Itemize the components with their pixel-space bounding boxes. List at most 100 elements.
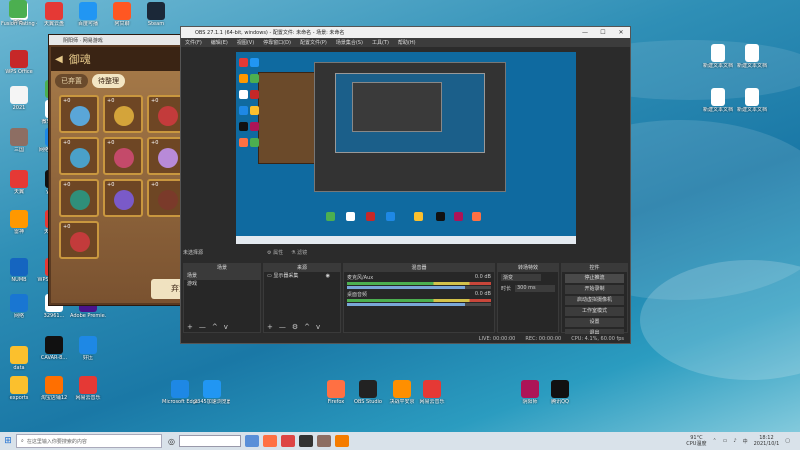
desktop-file-icon[interactable]: 新建文本文档	[700, 88, 736, 113]
taskbar-app-icon[interactable]	[280, 435, 295, 447]
desktop-icon[interactable]: NUMB	[1, 258, 37, 283]
source-item[interactable]: ▭ 显示器采集 ◉	[264, 272, 340, 280]
move-down-icon[interactable]: v	[316, 323, 320, 331]
soul-item[interactable]: +0	[59, 179, 99, 217]
gear-icon[interactable]: ⚙	[292, 323, 298, 331]
taskbar-app-icon[interactable]	[298, 435, 313, 447]
desktop-file-icon[interactable]: 新建文本文档	[734, 88, 770, 113]
tab-to-sort[interactable]: 待整理	[92, 74, 125, 88]
speaker-icon[interactable]: ♪	[733, 438, 736, 444]
remove-icon[interactable]: —	[279, 323, 286, 331]
desktop-icon[interactable]: 2021	[1, 86, 37, 111]
network-icon[interactable]: ▭	[723, 438, 728, 444]
soul-item[interactable]: +0	[59, 221, 99, 259]
eye-icon[interactable]: ◉	[326, 272, 330, 280]
tab-discarded[interactable]: 已弃置	[55, 74, 88, 88]
minimize-icon[interactable]: —	[576, 27, 594, 38]
obs-preview[interactable]	[236, 52, 576, 244]
control-button[interactable]: 停止推流	[565, 274, 624, 283]
move-down-icon[interactable]: v	[224, 323, 228, 331]
clock[interactable]: 18:12 2021/10/1	[754, 435, 780, 447]
control-button[interactable]: 设置	[565, 318, 624, 327]
soul-item[interactable]: +0	[103, 137, 143, 175]
desktop-icon[interactable]: OBS Studio	[350, 380, 386, 405]
taskbar-app-icon[interactable]	[334, 435, 349, 447]
menu-item[interactable]: 工具(T)	[372, 39, 389, 46]
desktop-file-icon[interactable]: 新建文本文档	[734, 44, 770, 69]
desktop-icon[interactable]: data	[1, 346, 37, 371]
desktop-icon[interactable]: 天翼	[1, 170, 37, 195]
taskbar-app-icon[interactable]	[262, 435, 277, 447]
menu-item[interactable]: 编辑(E)	[211, 39, 228, 46]
menu-item[interactable]: 视图(V)	[237, 39, 254, 46]
desktop-icon[interactable]: Firefox	[318, 380, 354, 405]
volume-slider[interactable]	[347, 303, 491, 306]
soul-icon	[70, 148, 90, 168]
transition-type-select[interactable]: 渐变	[501, 274, 541, 281]
add-icon[interactable]: +	[187, 323, 193, 331]
desktop-icon[interactable]: 网易云音乐	[70, 376, 106, 401]
app-icon	[327, 380, 345, 398]
menu-item[interactable]: 帮助(H)	[398, 39, 416, 46]
soul-item[interactable]: +0	[59, 95, 99, 133]
desktop-icon[interactable]: 网易云音乐	[414, 380, 450, 405]
soul-item[interactable]: +0	[103, 95, 143, 133]
menu-item[interactable]: 文件(F)	[185, 39, 202, 46]
soul-item[interactable]: +0	[103, 179, 143, 217]
desktop-file-icon[interactable]: 新建文本文档	[700, 44, 736, 69]
desktop-icon[interactable]: 天翼云盘	[36, 2, 72, 27]
control-button[interactable]: 开始录制	[565, 285, 624, 294]
move-up-icon[interactable]: ^	[304, 323, 310, 331]
volume-slider[interactable]	[347, 286, 491, 289]
filters-button[interactable]: ⚗ 滤镜	[291, 249, 307, 256]
obs-window[interactable]: OBS 27.1.1 (64-bit, windows) - 配置文件: 未命名…	[180, 26, 631, 344]
taskbar-app-icon[interactable]	[244, 435, 259, 447]
duration-input[interactable]: 300 ms	[515, 285, 555, 292]
desktop-icon[interactable]: WPS Office	[1, 50, 37, 75]
taskbar-app-icon[interactable]	[316, 435, 331, 447]
control-button[interactable]: 启动虚拟摄像机	[565, 296, 624, 305]
menu-item[interactable]: 场景集合(S)	[336, 39, 363, 46]
taskbar-widget[interactable]	[178, 435, 241, 447]
ime-indicator[interactable]: 中	[743, 438, 748, 445]
soul-item[interactable]: +0	[59, 137, 99, 175]
move-up-icon[interactable]: ^	[212, 323, 218, 331]
control-button[interactable]: 工作室模式	[565, 307, 624, 316]
notification-icon[interactable]: ▢	[785, 438, 790, 444]
desktop-icon[interactable]: 腾讯QQ	[542, 380, 578, 405]
desktop-icon[interactable]: 网络	[1, 294, 37, 319]
desktop-icon[interactable]: 百度可播	[70, 2, 106, 27]
desktop-icon[interactable]: 阿甘聊	[104, 2, 140, 27]
desktop-icon-label: CAVAR-8...	[40, 355, 68, 361]
properties-button[interactable]: ⚙ 属性	[267, 249, 283, 256]
task-view-icon[interactable]: ◎	[168, 437, 175, 446]
preview-desktop-icon	[250, 138, 259, 147]
scene-item[interactable]: 游戏	[184, 280, 260, 288]
close-icon[interactable]: ✕	[612, 27, 630, 38]
desktop-icon[interactable]: CAVAR-8...	[36, 336, 72, 361]
scene-item[interactable]: 场景	[184, 272, 260, 280]
desktop-icon[interactable]: exports	[1, 376, 37, 401]
menu-item[interactable]: 停靠窗口(D)	[263, 39, 291, 46]
desktop-icon[interactable]: Steam	[138, 2, 174, 27]
back-arrow-icon[interactable]: ◀	[55, 54, 63, 65]
desktop-icon[interactable]: 三国	[1, 128, 37, 153]
taskbar-search[interactable]: ⌕ 在这里输入你要搜索的内容	[16, 434, 162, 448]
maximize-icon[interactable]: ☐	[594, 27, 612, 38]
chevron-up-icon[interactable]: ⌃	[712, 438, 716, 444]
soul-level: +0	[63, 98, 71, 104]
desktop-icon[interactable]: 2345加速浏览器	[194, 380, 230, 405]
desktop-icon[interactable]: 淘宝店铺12	[36, 376, 72, 401]
windows-start-icon[interactable]: ⊞	[0, 432, 16, 450]
desktop-icon[interactable]: Microsoft Edge	[162, 380, 198, 405]
desktop-icon-label: 腾讯QQ	[551, 399, 569, 405]
app-icon	[9, 0, 27, 18]
menu-item[interactable]: 配置文件(P)	[300, 39, 327, 46]
desktop-icon[interactable]: 好压	[70, 336, 106, 361]
preview-desktop-icon	[239, 122, 248, 131]
add-icon[interactable]: +	[267, 323, 273, 331]
remove-icon[interactable]: —	[199, 323, 206, 331]
desktop-icon[interactable]: 微信	[0, 0, 36, 25]
desktop-icon[interactable]: 雷神	[1, 210, 37, 235]
document-icon	[711, 88, 725, 106]
